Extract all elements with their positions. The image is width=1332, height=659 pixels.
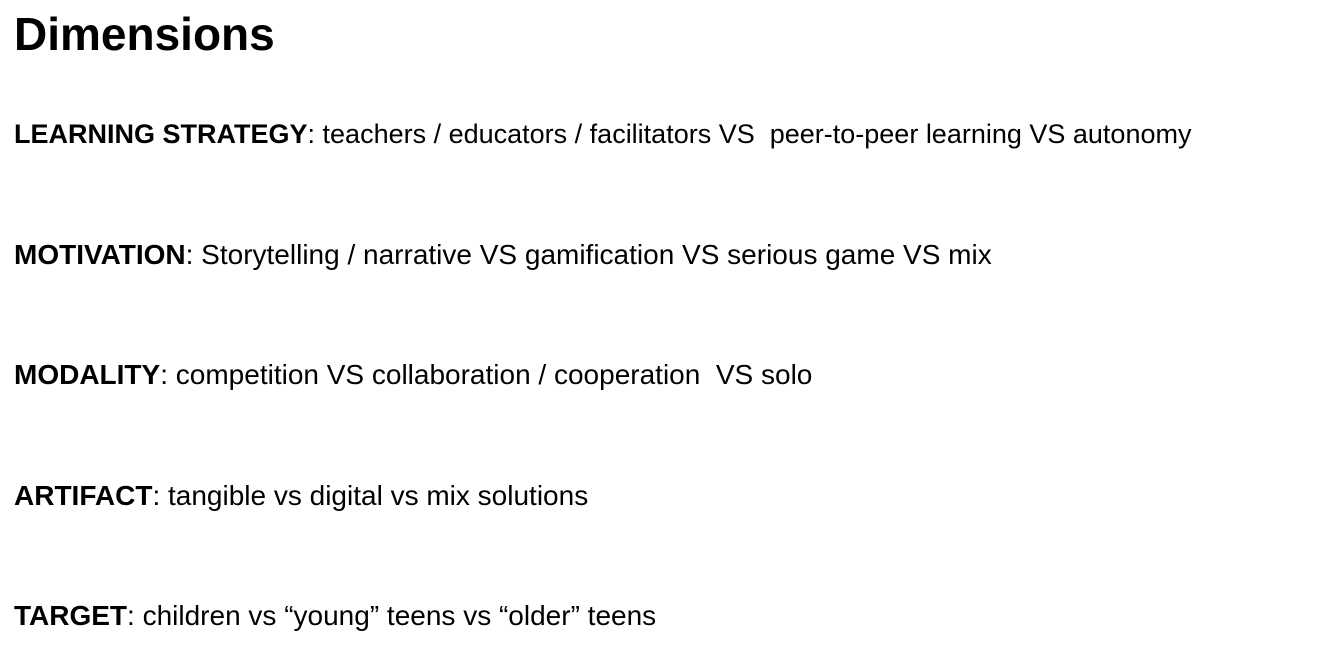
dimension-options: tangible vs digital vs mix solutions: [168, 480, 589, 511]
dimension-label: MOTIVATION: [14, 239, 186, 270]
dimension-separator: :: [307, 119, 323, 149]
dimension-artifact: ARTIFACT: tangible vs digital vs mix sol…: [14, 478, 588, 514]
dimension-separator: :: [160, 359, 176, 390]
dimension-learning-strategy: LEARNING STRATEGY: teachers / educators …: [14, 116, 1191, 152]
dimension-options: children vs “young” teens vs “older” tee…: [142, 600, 657, 631]
dimension-label: TARGET: [14, 600, 128, 631]
slide: Dimensions LEARNING STRATEGY: teachers /…: [0, 0, 1332, 659]
dimension-label: ARTIFACT: [14, 480, 153, 511]
dimension-separator: :: [127, 600, 143, 631]
dimension-separator: :: [185, 239, 202, 270]
dimension-motivation: MOTIVATION: Storytelling / narrative VS …: [14, 237, 992, 273]
dimension-label: LEARNING STRATEGY: [14, 119, 308, 149]
dimension-target: TARGET: children vs “young” teens vs “ol…: [14, 598, 656, 634]
dimension-label: MODALITY: [14, 359, 161, 390]
page-title: Dimensions: [14, 8, 275, 60]
dimension-modality: MODALITY: competition VS collaboration /…: [14, 357, 812, 393]
dimension-options: teachers / educators / facilitators VS p…: [322, 119, 1192, 149]
dimension-options: Storytelling / narrative VS gamification…: [201, 239, 992, 270]
dimension-options: competition VS collaboration / cooperati…: [175, 359, 813, 390]
dimension-separator: :: [152, 480, 168, 511]
